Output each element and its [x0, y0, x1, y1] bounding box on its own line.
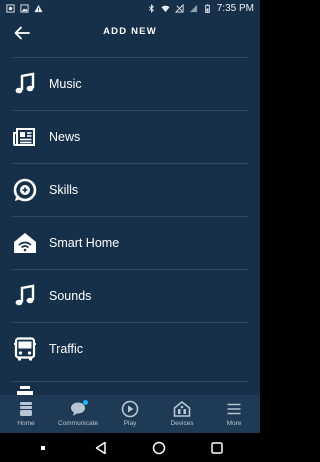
smart-home-icon — [14, 233, 36, 253]
status-bar: 7:35 PM — [0, 0, 260, 16]
newspaper-icon — [13, 128, 35, 146]
list-item-sounds[interactable]: Sounds — [12, 269, 248, 322]
dot-icon — [41, 445, 45, 450]
music-note-icon — [15, 72, 35, 94]
nav-label: Play — [123, 420, 137, 427]
system-back-button[interactable] — [93, 440, 109, 456]
status-right: 7:35 PM — [147, 3, 254, 14]
system-home-button[interactable] — [151, 440, 167, 456]
list-item-traffic[interactable]: Traffic — [12, 322, 248, 375]
list-item-label: Music — [49, 77, 82, 91]
list-item-label: Traffic — [49, 342, 84, 356]
image-icon — [20, 3, 29, 13]
notification-icon — [6, 3, 15, 13]
list-item-label: Smart Home — [49, 236, 120, 250]
nav-more[interactable]: More — [208, 395, 260, 433]
nav-label: Communicate — [57, 420, 99, 427]
list-item-news[interactable]: News — [12, 110, 248, 163]
bottom-nav: Home Communicate Play Devices More — [0, 395, 260, 433]
list-item-label: News — [49, 130, 81, 144]
system-recents-button[interactable] — [209, 440, 225, 456]
nav-label: More — [226, 420, 242, 427]
play-icon — [121, 400, 139, 418]
nav-label: Home — [17, 420, 35, 427]
nav-devices[interactable]: Devices — [156, 395, 208, 433]
devices-icon — [173, 400, 191, 417]
app-screen: 7:35 PM ADD NEW Music News Skills Smart … — [0, 0, 260, 462]
triangle-back-icon — [95, 441, 106, 454]
bus-icon — [14, 337, 36, 361]
menu-icon — [227, 403, 241, 415]
battery-icon — [205, 3, 210, 13]
home-icon — [20, 402, 32, 416]
system-nav-bar — [0, 433, 260, 462]
list-item-label: Sounds — [49, 289, 92, 303]
nav-home[interactable]: Home — [0, 395, 52, 433]
page-title: ADD NEW — [103, 26, 157, 37]
list-item-music[interactable]: Music — [12, 57, 248, 110]
music-note-icon — [15, 284, 35, 306]
skills-icon — [13, 178, 37, 202]
signal-icon — [189, 4, 197, 12]
warning-icon — [34, 4, 43, 12]
nav-label: Devices — [170, 420, 194, 427]
list-item-smart-home[interactable]: Smart Home — [12, 216, 248, 269]
bluetooth-icon — [148, 3, 154, 13]
no-signal-icon — [174, 3, 184, 13]
list-item-skills[interactable]: Skills — [12, 163, 248, 216]
partial-item-icon — [17, 386, 33, 395]
notification-dot — [83, 400, 88, 405]
status-left — [6, 3, 43, 13]
wifi-icon — [161, 5, 170, 12]
nav-play[interactable]: Play — [104, 395, 156, 433]
list-item-label: Skills — [49, 183, 79, 197]
add-new-list: Music News Skills Smart Home Sounds Traf… — [12, 57, 248, 375]
status-time: 7:35 PM — [216, 2, 254, 14]
square-recents-icon — [211, 441, 223, 454]
recents-dot-button[interactable] — [35, 440, 51, 456]
list-item-partial — [12, 381, 248, 395]
header: ADD NEW — [0, 16, 260, 50]
nav-communicate[interactable]: Communicate — [52, 395, 104, 433]
circle-home-icon — [152, 441, 166, 454]
